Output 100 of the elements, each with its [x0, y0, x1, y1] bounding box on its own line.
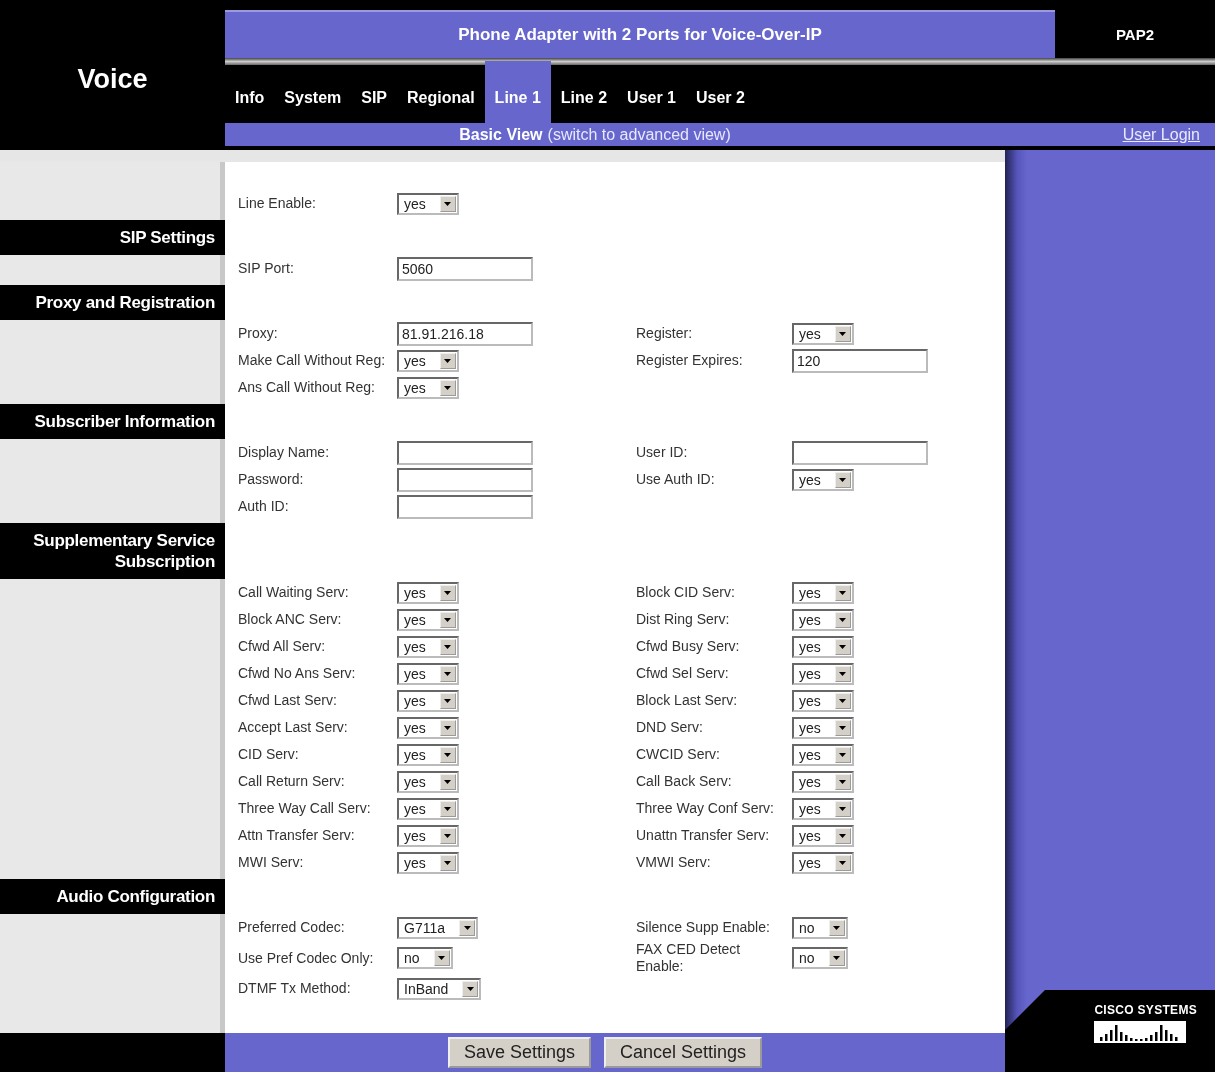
dropdown[interactable]: yes	[792, 608, 854, 631]
dropdown[interactable]: yes	[397, 743, 459, 766]
section-heading: Proxy and Registration	[0, 285, 225, 320]
dropdown[interactable]: yes	[792, 689, 854, 712]
caret-icon	[444, 752, 452, 757]
dropdown[interactable]: yes	[397, 608, 459, 631]
caret-icon	[839, 331, 847, 336]
caret-icon	[839, 779, 847, 784]
field-label: Proxy:	[238, 325, 279, 342]
dropdown[interactable]: yes	[792, 468, 854, 491]
section-heading: Subscriber Information	[0, 404, 225, 439]
field-label: Cfwd Last Serv:	[238, 692, 338, 709]
field-label: Ans Call Without Reg:	[238, 379, 376, 396]
dropdown[interactable]: yes	[397, 581, 459, 604]
caret-icon	[438, 956, 446, 960]
view-label: Basic View	[459, 125, 543, 143]
field-label: MWI Serv:	[238, 854, 305, 871]
field-label: Register:	[636, 325, 694, 342]
dropdown[interactable]: InBand	[397, 977, 482, 1000]
dropdown[interactable]: yes	[792, 770, 854, 793]
caret-icon	[444, 358, 452, 363]
dropdown[interactable]: yes	[397, 662, 459, 685]
dropdown[interactable]: yes	[397, 376, 459, 399]
dropdown[interactable]: yes	[397, 851, 459, 874]
field-label: User ID:	[636, 444, 689, 461]
caret-icon	[839, 477, 847, 482]
field-label: Use Auth ID:	[636, 471, 716, 488]
dropdown[interactable]: no	[397, 947, 453, 969]
caret-icon	[833, 925, 841, 930]
caret-icon	[444, 779, 452, 784]
field-label: FAX CED Detect Enable:	[636, 941, 742, 975]
tab[interactable]: Regional	[397, 61, 485, 123]
field-label: Cfwd Busy Serv:	[636, 638, 741, 655]
dropdown[interactable]: yes	[397, 689, 459, 712]
dropdown[interactable]: yes	[397, 770, 459, 793]
tab[interactable]: System	[274, 61, 352, 123]
dropdown[interactable]: yes	[397, 797, 459, 820]
form-button[interactable]: Save Settings	[447, 1037, 591, 1068]
dropdown[interactable]: yes	[792, 635, 854, 658]
text-field[interactable]	[792, 440, 928, 465]
form-button[interactable]: Cancel Settings	[604, 1037, 763, 1068]
tab[interactable]: Line 1	[484, 61, 551, 123]
dropdown[interactable]: yes	[397, 635, 459, 658]
field-label: Silence Supp Enable:	[636, 919, 771, 936]
dropdown[interactable]: yes	[792, 322, 854, 345]
caret-icon	[444, 590, 452, 595]
dropdown[interactable]: G711a	[397, 916, 478, 939]
tab[interactable]: User 2	[686, 61, 755, 123]
dropdown[interactable]: no	[792, 916, 848, 939]
field-label: Block ANC Serv:	[238, 611, 343, 628]
tab[interactable]: User 1	[617, 61, 686, 123]
caret-icon	[444, 385, 452, 390]
field-label: Three Way Call Serv:	[238, 800, 372, 817]
field-label: Block CID Serv:	[636, 584, 736, 601]
text-field[interactable]	[397, 467, 533, 492]
user-login-link[interactable]: User Login	[1122, 125, 1200, 144]
text-field[interactable]: 81.91.216.18	[397, 321, 533, 346]
caret-icon	[839, 590, 847, 595]
caret-icon	[444, 725, 452, 730]
dropdown[interactable]: yes	[792, 797, 854, 820]
page-title: Phone Adapter with 2 Ports for Voice-Over-IP	[225, 10, 1055, 58]
advanced-view-link[interactable]: (switch to advanced view)	[547, 125, 731, 143]
caret-icon	[444, 698, 452, 703]
field-label: Cfwd Sel Serv:	[636, 665, 730, 682]
tab[interactable]: Info	[225, 61, 275, 123]
dropdown[interactable]: yes	[397, 716, 459, 739]
caret-icon	[444, 671, 452, 676]
text-field[interactable]	[397, 494, 533, 519]
tab[interactable]: SIP	[351, 61, 398, 123]
field-label: Line Enable:	[238, 195, 317, 212]
field-label: CID Serv:	[238, 746, 300, 763]
caret-icon	[839, 644, 847, 649]
logo-text: CISCO SYSTEMS	[1094, 1003, 1197, 1017]
field-label: SIP Port:	[238, 260, 295, 277]
field-label: DND Serv:	[636, 719, 704, 736]
dropdown[interactable]: yes	[397, 349, 459, 372]
field-label: Call Waiting Serv:	[238, 584, 350, 601]
caret-icon	[444, 644, 452, 649]
field-label: Cfwd All Serv:	[238, 638, 327, 655]
text-field[interactable]	[397, 440, 533, 465]
caret-icon	[839, 725, 847, 730]
tab[interactable]: Line 2	[550, 61, 618, 123]
dropdown[interactable]: yes	[792, 662, 854, 685]
dropdown[interactable]: yes	[792, 716, 854, 739]
caret-icon	[839, 671, 847, 676]
dropdown[interactable]: yes	[397, 192, 459, 215]
dropdown[interactable]: yes	[792, 743, 854, 766]
dropdown[interactable]: yes	[792, 851, 854, 874]
dropdown[interactable]: yes	[397, 824, 459, 847]
caret-icon	[839, 698, 847, 703]
dropdown[interactable]: yes	[792, 581, 854, 604]
text-field[interactable]: 120	[792, 348, 928, 373]
product-name: Voice	[77, 64, 148, 96]
dropdown[interactable]: no	[792, 947, 848, 969]
caret-icon	[839, 617, 847, 622]
text-field[interactable]: 5060	[397, 256, 533, 281]
field-label: Call Return Serv:	[238, 773, 346, 790]
caret-icon	[833, 956, 841, 960]
section-heading: Supplementary Service Subscription	[0, 523, 225, 579]
dropdown[interactable]: yes	[792, 824, 854, 847]
